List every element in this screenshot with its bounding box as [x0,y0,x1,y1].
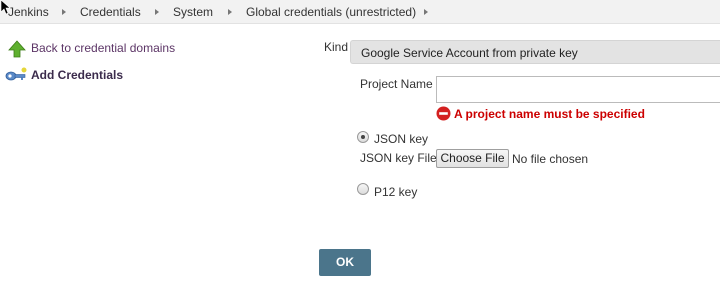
up-arrow-icon [8,40,26,58]
sidebar-item-label[interactable]: Add Credentials [31,68,123,82]
breadcrumb-arrow-icon[interactable] [62,9,66,15]
json-key-label[interactable]: JSON key [374,132,428,146]
page: Jenkins Credentials System Global creden… [0,0,720,303]
ok-button[interactable]: OK [319,249,371,276]
breadcrumb-item-global-credentials[interactable]: Global credentials (unrestricted) [246,5,416,19]
p12-key-radio[interactable] [357,183,369,195]
key-icon [5,67,27,81]
kind-select[interactable]: Google Service Account from private key [350,40,720,64]
breadcrumb-arrow-icon[interactable] [155,9,159,15]
breadcrumb-item-system[interactable]: System [173,5,213,19]
json-key-file-label: JSON key File [360,151,437,165]
breadcrumb-item-credentials[interactable]: Credentials [80,5,141,19]
project-name-label: Project Name [360,77,433,91]
file-status-text: No file chosen [512,152,589,166]
sidebar-item-label[interactable]: Back to credential domains [31,41,175,55]
breadcrumb: Jenkins Credentials System Global creden… [0,0,720,24]
choose-file-button[interactable]: Choose File [436,149,509,168]
breadcrumb-arrow-icon[interactable] [424,9,428,15]
breadcrumb-arrow-icon[interactable] [228,9,232,15]
mouse-cursor-icon [0,0,10,14]
project-name-input[interactable] [436,76,720,103]
breadcrumb-item-jenkins[interactable]: Jenkins [8,5,49,19]
project-name-error-text: A project name must be specified [454,107,645,121]
json-key-radio[interactable] [357,131,369,143]
p12-key-label[interactable]: P12 key [374,185,417,199]
error-icon [436,106,451,121]
kind-label: Kind [324,40,349,54]
kind-select-value: Google Service Account from private key [361,46,578,60]
